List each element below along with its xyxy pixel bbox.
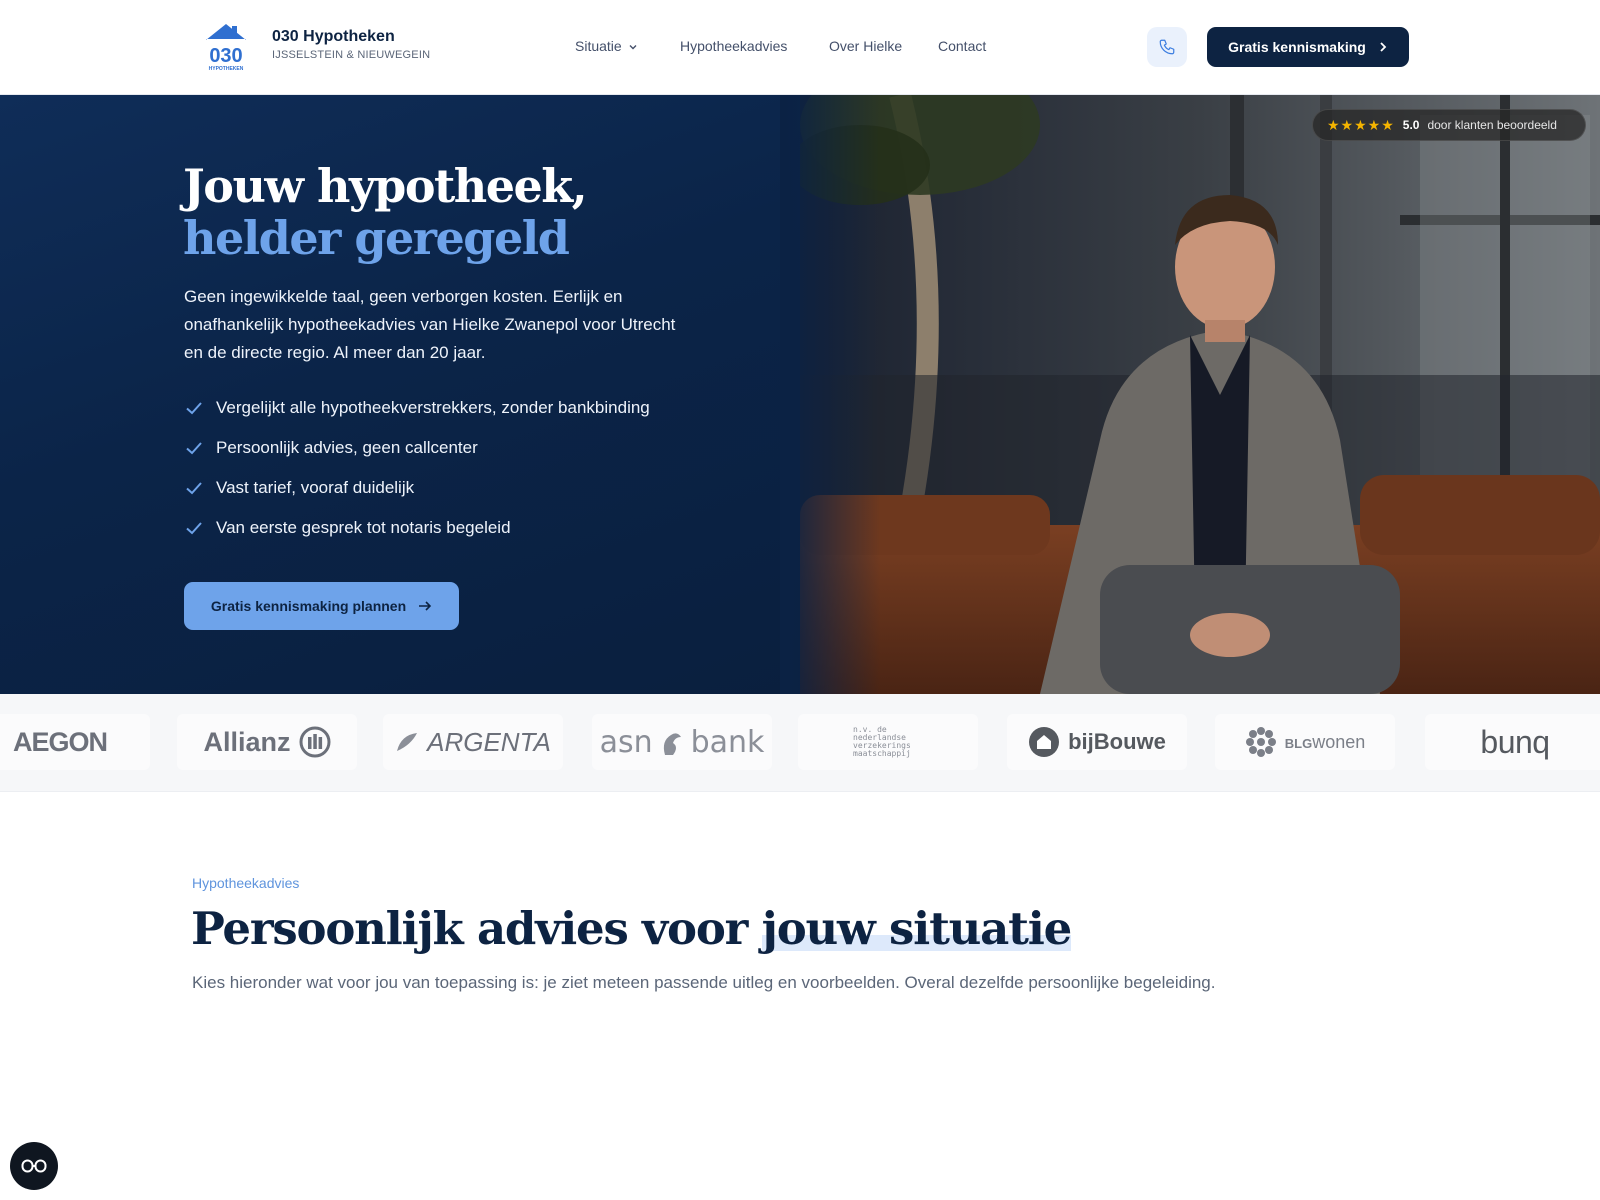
partner-name: n.v. de nederlandse verzekerings maatsch… <box>853 725 911 758</box>
nav-contact[interactable]: Contact <box>938 38 986 54</box>
section-lead: Kies hieronder wat voor jou van toepassi… <box>192 973 1216 992</box>
check-item-label: Persoonlijk advies, geen callcenter <box>216 438 478 457</box>
blg-flower-icon <box>1245 727 1276 757</box>
hero-title: Jouw hypotheek, helder geregeld <box>183 159 588 265</box>
section-eyebrow: Hypotheekadvies <box>192 875 300 891</box>
partner-name: ARGENTA <box>427 726 551 757</box>
bijbouwe-house-icon <box>1029 727 1060 757</box>
chevron-right-icon <box>1380 42 1387 52</box>
brand-name[interactable]: 030 Hypotheken <box>272 28 395 46</box>
partner-logo-bunq: bunq <box>1425 714 1600 770</box>
check-icon <box>186 402 202 415</box>
hero-checklist: Vergelijkt alle hypotheekverstrekkers, z… <box>184 388 650 548</box>
check-item: Van eerste gesprek tot notaris begeleid <box>184 508 650 548</box>
kennismaking-plannen-label: Gratis kennismaking plannen <box>210 598 407 614</box>
brand-logo-text: 030 <box>209 45 242 67</box>
check-item-label: Vast tarief, vooraf duidelijk <box>216 478 415 497</box>
allianz-emblem-icon <box>299 726 330 758</box>
check-icon <box>186 442 202 455</box>
check-item: Vergelijkt alle hypotheekverstrekkers, z… <box>184 388 650 428</box>
brand-tagline: IJSSELSTEIN & NIEUWEGEIN <box>272 49 431 61</box>
hero-section: ★★★★★ 5.0 door klanten beoordeeld Jouw h… <box>0 95 1600 694</box>
rating-badge: ★★★★★ 5.0 door klanten beoordeeld <box>1312 109 1586 141</box>
hero-lead: Geen ingewikkelde taal, geen verborgen k… <box>184 287 676 362</box>
brand-logo-sub: HYPOTHEKEN <box>209 66 244 72</box>
site-header: 030 HYPOTHEKEN 030 Hypotheken IJSSELSTEI… <box>0 0 1600 95</box>
check-item-label: Vergelijkt alle hypotheekverstrekkers, z… <box>216 398 650 417</box>
nav-over-hielke[interactable]: Over Hielke <box>829 38 902 54</box>
rating-score: 5.0 <box>1402 118 1420 132</box>
check-icon <box>186 482 202 495</box>
partner-logo-argenta: ARGENTA <box>383 714 563 770</box>
nav-hypotheekadvies[interactable]: Hypotheekadvies <box>680 38 787 54</box>
section-title-part1: Persoonlijk advies voor <box>191 902 762 955</box>
partner-logo-aegon: AEGON <box>0 714 150 770</box>
partner-logos: AEGON Allianz ARGENTA asn bank n.v. de n… <box>0 694 1600 792</box>
partner-logo-bijbouwe: bijBouwe <box>1007 714 1187 770</box>
partner-logo-asn: asn bank <box>592 714 772 770</box>
nav-situatie[interactable]: Situatie <box>575 38 638 54</box>
advisor-photo <box>800 95 1600 694</box>
kennismaking-button-label: Gratis kennismaking <box>1228 39 1366 55</box>
section-title-highlight: jouw situatie <box>761 902 1072 955</box>
chevron-down-icon <box>629 45 637 50</box>
rating-stars: ★★★★★ <box>1327 116 1395 133</box>
partner-name: bijBouwe <box>1068 729 1166 754</box>
partner-logo-nn: n.v. de nederlandse verzekerings maatsch… <box>798 714 978 770</box>
arrow-right-icon <box>419 601 432 611</box>
check-icon <box>186 522 202 535</box>
hero-title-line2: helder geregeld <box>183 211 570 265</box>
check-item: Persoonlijk advies, geen callcenter <box>184 428 650 468</box>
partner-name-b: wonen <box>1312 731 1366 752</box>
partner-name: BLGwonen <box>1285 732 1366 753</box>
kennismaking-button-header[interactable]: Gratis kennismaking <box>1207 27 1409 67</box>
partner-logo-allianz: Allianz <box>177 714 357 770</box>
partner-name: Allianz <box>203 726 291 757</box>
asn-squirrel-icon <box>663 733 681 755</box>
partner-logo-blg: BLGwonen <box>1215 714 1395 770</box>
kennismaking-plannen-button[interactable]: Gratis kennismaking plannen <box>184 582 459 630</box>
check-item-label: Van eerste gesprek tot notaris begeleid <box>216 518 511 537</box>
check-item: Vast tarief, vooraf duidelijk <box>184 468 650 508</box>
nav-situatie-label: Situatie <box>575 38 622 54</box>
rating-text: door klanten beoordeeld <box>1427 118 1557 132</box>
partner-name-a: asn <box>599 724 653 760</box>
argenta-leaf-icon <box>397 733 418 751</box>
phone-icon <box>1159 39 1175 55</box>
phone-button[interactable] <box>1147 27 1187 67</box>
accessibility-button[interactable] <box>10 1142 58 1190</box>
partner-name-b: bank <box>690 724 765 760</box>
partner-name: AEGON <box>12 726 108 757</box>
partner-name-a: BLG <box>1284 735 1313 751</box>
partner-name: bunq <box>1480 723 1550 760</box>
hero-photo-fade <box>780 95 880 694</box>
section-title: Persoonlijk advies voor jouw situatie <box>191 902 1072 955</box>
hero-title-line1: Jouw hypotheek, <box>183 159 588 213</box>
glasses-icon <box>21 1159 47 1173</box>
brand-logo[interactable]: 030 HYPOTHEKEN <box>204 22 248 72</box>
